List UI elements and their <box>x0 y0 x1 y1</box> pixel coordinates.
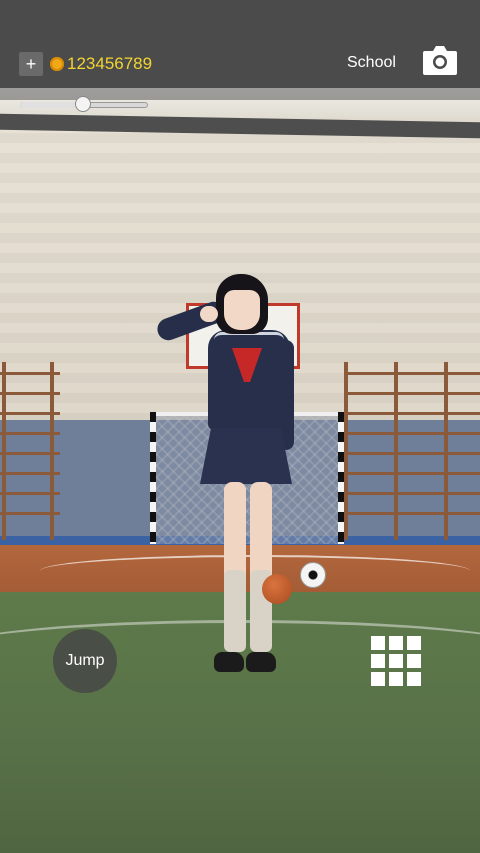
camera-zoom-slider[interactable] <box>20 96 148 112</box>
game-scene[interactable] <box>0 0 480 853</box>
goal-post-right <box>338 412 344 544</box>
jump-button[interactable]: Jump <box>53 629 117 693</box>
coin-icon <box>50 57 64 71</box>
grid-menu-icon[interactable] <box>371 636 421 686</box>
coin-balance: 123456789 <box>67 54 153 73</box>
top-bar <box>0 0 480 88</box>
camera-button[interactable] <box>421 42 459 78</box>
location-label[interactable]: School <box>347 54 396 72</box>
camera-icon <box>423 46 457 75</box>
basketball[interactable] <box>262 574 292 604</box>
wall-bars-right <box>344 362 480 540</box>
add-coins-button[interactable]: + <box>19 52 43 76</box>
slider-fill <box>20 102 83 108</box>
wall-bars-left <box>0 362 60 540</box>
player-character[interactable] <box>150 270 300 690</box>
soccer-ball[interactable] <box>300 562 326 588</box>
slider-thumb[interactable] <box>75 96 91 112</box>
